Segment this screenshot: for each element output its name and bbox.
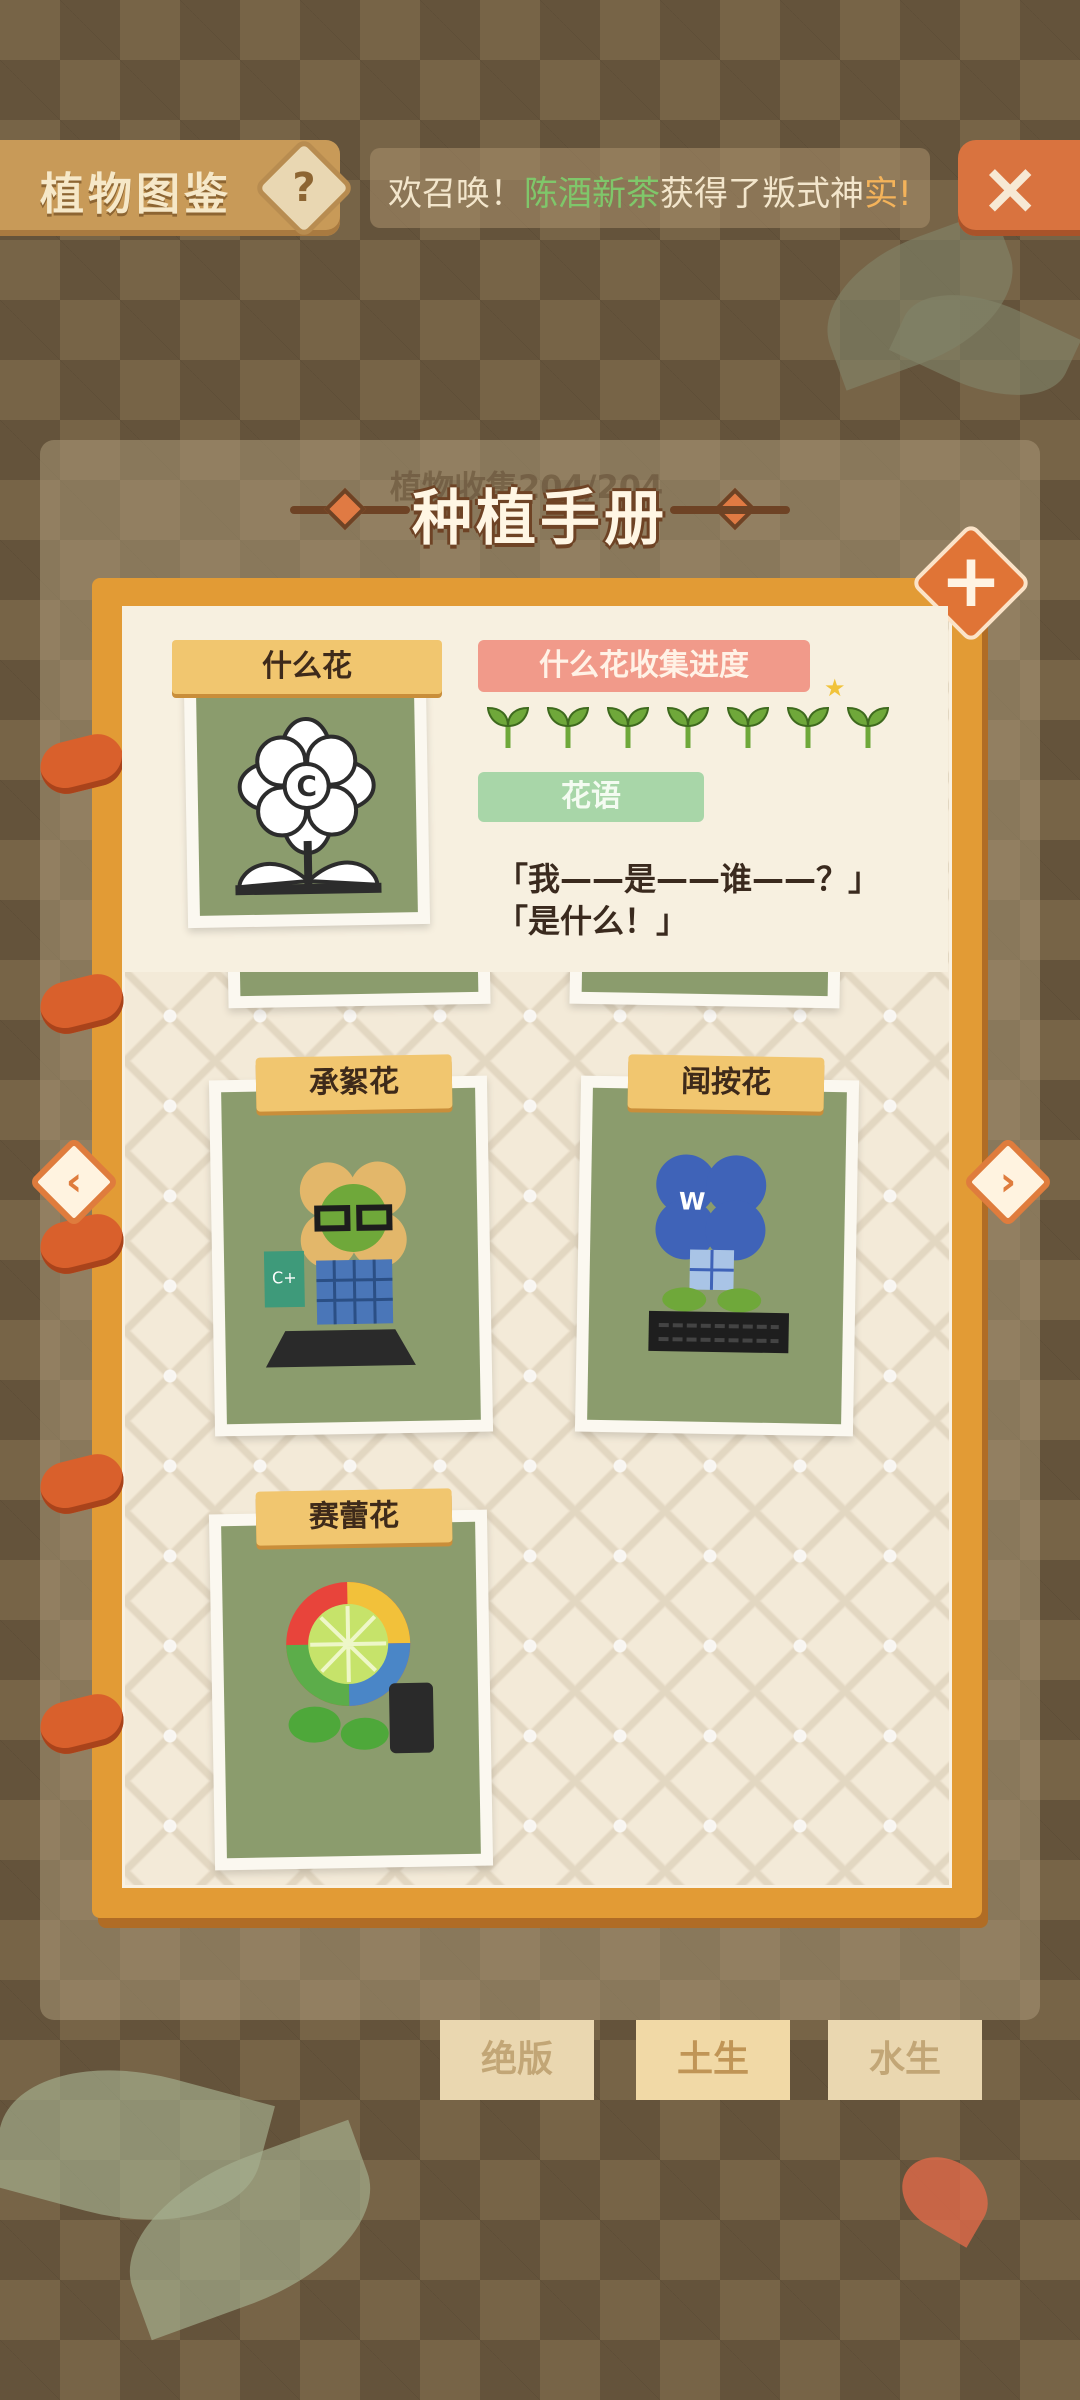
ribbon-diamond-left bbox=[323, 487, 367, 531]
collection-progress-sprouts bbox=[482, 700, 902, 752]
selected-plant-image: C bbox=[196, 694, 418, 916]
announcement-marquee: 欢召唤！陈酒新茶获得了叛式神实! bbox=[370, 148, 930, 228]
top-bar: 植物图鉴 ? 欢召唤！陈酒新茶获得了叛式神实! × bbox=[0, 137, 1080, 239]
announcement-player: 陈酒新茶 bbox=[524, 174, 660, 214]
selected-plant-name: 什么花 bbox=[172, 640, 442, 694]
plant-card-image bbox=[221, 1521, 481, 1859]
plant-card[interactable]: C+ bbox=[208, 1075, 494, 1437]
nerd-flower-icon: C+ bbox=[263, 1161, 416, 1368]
close-icon: × bbox=[980, 146, 1041, 230]
page-title: 植物图鉴 bbox=[40, 169, 232, 220]
plant-card-image: W bbox=[587, 1087, 847, 1425]
selected-plant-photo: C bbox=[183, 681, 431, 929]
announcement-text: 欢召唤！陈酒新茶获得了叛式神实! bbox=[388, 166, 912, 215]
sprout-icon bbox=[662, 700, 714, 752]
sprout-icon bbox=[602, 700, 654, 752]
sparkle-icon: ★ bbox=[824, 674, 846, 702]
plant-card[interactable]: W bbox=[574, 1075, 860, 1437]
quote-line: 「是什么！」 bbox=[496, 902, 689, 940]
flower-language-label: 花语 bbox=[478, 772, 704, 822]
plant-card-name: 承絮花 bbox=[255, 1054, 453, 1112]
sprout-icon bbox=[782, 700, 834, 752]
announcement-mid: 获得了叛式神 bbox=[660, 174, 864, 214]
svg-text:W: W bbox=[679, 1187, 706, 1215]
tab-water[interactable]: 水生 bbox=[828, 2020, 982, 2100]
chevron-left-icon: ‹ bbox=[65, 1159, 83, 1205]
quote-line: 「我——是——谁——？」 bbox=[496, 860, 881, 898]
daisy-flower-icon: C bbox=[235, 717, 382, 896]
book-title-ribbon: 种植手册 bbox=[290, 468, 790, 554]
svg-text:C: C bbox=[296, 770, 317, 803]
chevron-right-icon: › bbox=[999, 1159, 1017, 1205]
sprout-icon bbox=[842, 700, 894, 752]
svg-text:C+: C+ bbox=[272, 1268, 297, 1287]
tab-land[interactable]: 土生 bbox=[636, 2020, 790, 2100]
close-button[interactable]: × bbox=[958, 140, 1080, 236]
tab-out-of-print[interactable]: 绝版 bbox=[440, 2020, 594, 2100]
announcement-prefix: 欢召唤！ bbox=[388, 174, 524, 214]
book-title: 种植手册 bbox=[412, 484, 668, 554]
announcement-suffix: 实! bbox=[864, 174, 912, 214]
decor-leaf-red bbox=[888, 2142, 1002, 2248]
sprout-icon bbox=[542, 700, 594, 752]
plant-card-name: 赛蕾花 bbox=[255, 1488, 453, 1546]
plant-card-name: 闻按花 bbox=[627, 1054, 825, 1112]
rainbow-flower-icon bbox=[286, 1582, 435, 1754]
plant-card[interactable] bbox=[208, 1509, 494, 1871]
ribbon-line-right bbox=[670, 506, 790, 514]
sprout-icon bbox=[722, 700, 774, 752]
collection-progress-label: 什么花收集进度 bbox=[478, 640, 810, 692]
plant-card-image: C+ bbox=[221, 1087, 481, 1425]
flower-language-quote: 「我——是——谁——？」 「是什么！」 bbox=[496, 858, 880, 942]
sprout-icon bbox=[482, 700, 534, 752]
keyboard-flower-icon: W bbox=[648, 1154, 790, 1354]
help-icon: ? bbox=[292, 165, 316, 211]
